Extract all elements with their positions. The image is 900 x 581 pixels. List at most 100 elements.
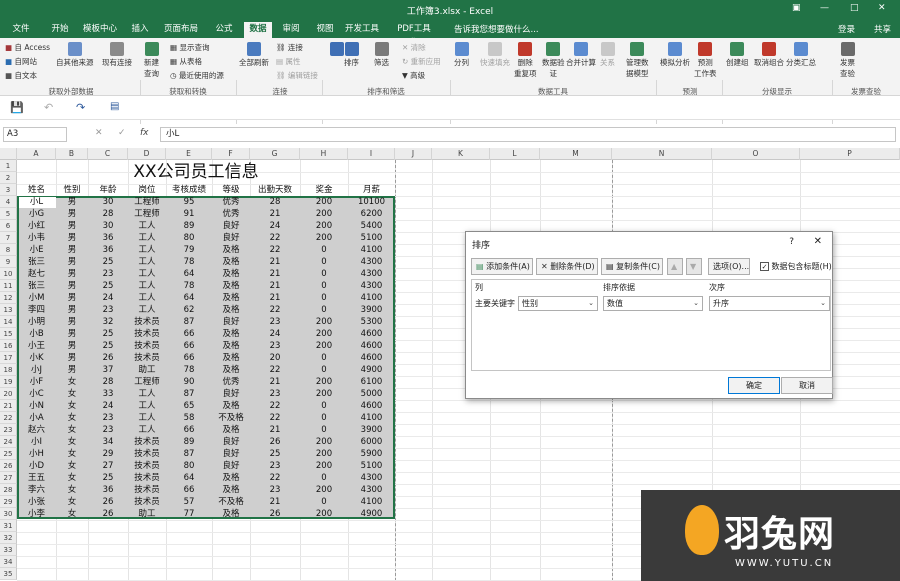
header-cell[interactable]: 性别 bbox=[56, 184, 88, 196]
data-cell[interactable]: 小F bbox=[17, 376, 56, 388]
data-cell[interactable]: 男 bbox=[56, 280, 88, 292]
move-up-button[interactable]: ▲ bbox=[667, 258, 683, 275]
data-cell[interactable]: 技术员 bbox=[128, 328, 166, 340]
data-cell[interactable]: 小A bbox=[17, 412, 56, 424]
data-cell[interactable]: 技术员 bbox=[128, 460, 166, 472]
data-cell[interactable]: 10100 bbox=[348, 196, 395, 208]
row-header-5[interactable]: 5 bbox=[0, 208, 17, 220]
data-cell[interactable]: 女 bbox=[56, 376, 88, 388]
data-cell[interactable]: 4300 bbox=[348, 280, 395, 292]
data-cell[interactable]: 23 bbox=[250, 316, 300, 328]
data-cell[interactable]: 23 bbox=[250, 460, 300, 472]
data-cell[interactable]: 34 bbox=[88, 436, 128, 448]
data-cell[interactable]: 0 bbox=[300, 256, 348, 268]
data-cell[interactable]: 4600 bbox=[348, 328, 395, 340]
data-cell[interactable]: 78 bbox=[166, 364, 212, 376]
column-header-E[interactable]: E bbox=[166, 148, 212, 160]
column-header-H[interactable]: H bbox=[300, 148, 348, 160]
header-cell[interactable]: 出勤天数 bbox=[250, 184, 300, 196]
tab-6[interactable]: 数据 bbox=[244, 22, 272, 38]
column-header-L[interactable]: L bbox=[490, 148, 540, 160]
data-cell[interactable]: 小王 bbox=[17, 340, 56, 352]
row-header-23[interactable]: 23 bbox=[0, 424, 17, 436]
data-cell[interactable]: 张三 bbox=[17, 256, 56, 268]
data-cell[interactable]: 90 bbox=[166, 376, 212, 388]
data-cell[interactable]: 男 bbox=[56, 328, 88, 340]
data-cell[interactable]: 65 bbox=[166, 400, 212, 412]
properties-button[interactable]: ▤ 属性 bbox=[276, 56, 300, 67]
data-cell[interactable]: 0 bbox=[300, 244, 348, 256]
data-cell[interactable]: 小I bbox=[17, 436, 56, 448]
add-level-button[interactable]: ▤ 添加条件(A) bbox=[471, 258, 533, 275]
data-cell[interactable]: 优秀 bbox=[212, 196, 250, 208]
data-cell[interactable]: 22 bbox=[250, 232, 300, 244]
tab-5[interactable]: 公式 bbox=[212, 22, 236, 38]
data-cell[interactable]: 21 bbox=[250, 256, 300, 268]
data-cell[interactable]: 小M bbox=[17, 292, 56, 304]
data-cell[interactable]: 4600 bbox=[348, 352, 395, 364]
column-header-J[interactable]: J bbox=[395, 148, 432, 160]
data-validation-button[interactable]: 数据验 证 bbox=[542, 42, 565, 79]
data-cell[interactable]: 助工 bbox=[128, 364, 166, 376]
data-cell[interactable]: 200 bbox=[300, 376, 348, 388]
data-cell[interactable]: 男 bbox=[56, 292, 88, 304]
data-cell[interactable]: 24 bbox=[88, 292, 128, 304]
data-cell[interactable]: 26 bbox=[250, 508, 300, 520]
data-cell[interactable]: 64 bbox=[166, 472, 212, 484]
data-cell[interactable]: 36 bbox=[88, 244, 128, 256]
row-header-12[interactable]: 12 bbox=[0, 292, 17, 304]
data-cell[interactable]: 91 bbox=[166, 208, 212, 220]
data-cell[interactable]: 小C bbox=[17, 388, 56, 400]
data-cell[interactable]: 及格 bbox=[212, 268, 250, 280]
data-cell[interactable]: 不及格 bbox=[212, 496, 250, 508]
data-cell[interactable]: 4300 bbox=[348, 472, 395, 484]
data-cell[interactable]: 23 bbox=[88, 424, 128, 436]
tab-8[interactable]: 视图 bbox=[312, 22, 338, 38]
data-cell[interactable]: 男 bbox=[56, 220, 88, 232]
data-cell[interactable]: 66 bbox=[166, 328, 212, 340]
data-cell[interactable]: 4300 bbox=[348, 484, 395, 496]
data-cell[interactable]: 0 bbox=[300, 472, 348, 484]
data-cell[interactable]: 80 bbox=[166, 460, 212, 472]
data-cell[interactable]: 23 bbox=[250, 340, 300, 352]
data-cell[interactable]: 及格 bbox=[212, 364, 250, 376]
data-cell[interactable]: 技术员 bbox=[128, 484, 166, 496]
data-cell[interactable]: 王五 bbox=[17, 472, 56, 484]
data-cell[interactable]: 36 bbox=[88, 484, 128, 496]
remove-duplicates-button[interactable]: 删除 重复项 bbox=[514, 42, 537, 79]
data-cell[interactable]: 良好 bbox=[212, 388, 250, 400]
data-cell[interactable]: 技术员 bbox=[128, 448, 166, 460]
row-header-14[interactable]: 14 bbox=[0, 316, 17, 328]
data-cell[interactable]: 21 bbox=[250, 424, 300, 436]
row-header-21[interactable]: 21 bbox=[0, 400, 17, 412]
from-web-button[interactable]: ■ 自网站 bbox=[5, 56, 37, 67]
data-cell[interactable]: 及格 bbox=[212, 304, 250, 316]
has-headers-checkbox[interactable]: ✓ 数据包含标题(H) bbox=[760, 261, 832, 272]
data-cell[interactable]: 23 bbox=[250, 484, 300, 496]
data-cell[interactable]: 女 bbox=[56, 484, 88, 496]
data-cell[interactable]: 小明 bbox=[17, 316, 56, 328]
tab-4[interactable]: 页面布局 bbox=[162, 22, 200, 38]
data-cell[interactable]: 小E bbox=[17, 244, 56, 256]
data-cell[interactable]: 良好 bbox=[212, 316, 250, 328]
data-cell[interactable]: 22 bbox=[250, 244, 300, 256]
tab-7[interactable]: 审阅 bbox=[278, 22, 304, 38]
row-header-9[interactable]: 9 bbox=[0, 256, 17, 268]
consolidate-button[interactable]: 合并计算 bbox=[566, 42, 596, 68]
header-cell[interactable]: 考核成绩 bbox=[166, 184, 212, 196]
data-cell[interactable]: 男 bbox=[56, 232, 88, 244]
data-cell[interactable]: 21 bbox=[250, 496, 300, 508]
data-cell[interactable]: 25 bbox=[88, 328, 128, 340]
data-cell[interactable]: 男 bbox=[56, 244, 88, 256]
refresh-all-button[interactable]: 全部刷新 bbox=[239, 42, 269, 68]
data-cell[interactable]: 3900 bbox=[348, 304, 395, 316]
data-cell[interactable]: 24 bbox=[88, 400, 128, 412]
ribbon-display-icon[interactable]: ▣ bbox=[792, 3, 801, 13]
cancel-entry-icon[interactable]: ✕ bbox=[95, 128, 103, 138]
column-header-N[interactable]: N bbox=[612, 148, 712, 160]
from-table-button[interactable]: ▦ 从表格 bbox=[170, 56, 202, 67]
data-cell[interactable]: 张三 bbox=[17, 280, 56, 292]
tab-1[interactable]: 开始 bbox=[46, 22, 74, 38]
row-header-3[interactable]: 3 bbox=[0, 184, 17, 196]
row-header-17[interactable]: 17 bbox=[0, 352, 17, 364]
